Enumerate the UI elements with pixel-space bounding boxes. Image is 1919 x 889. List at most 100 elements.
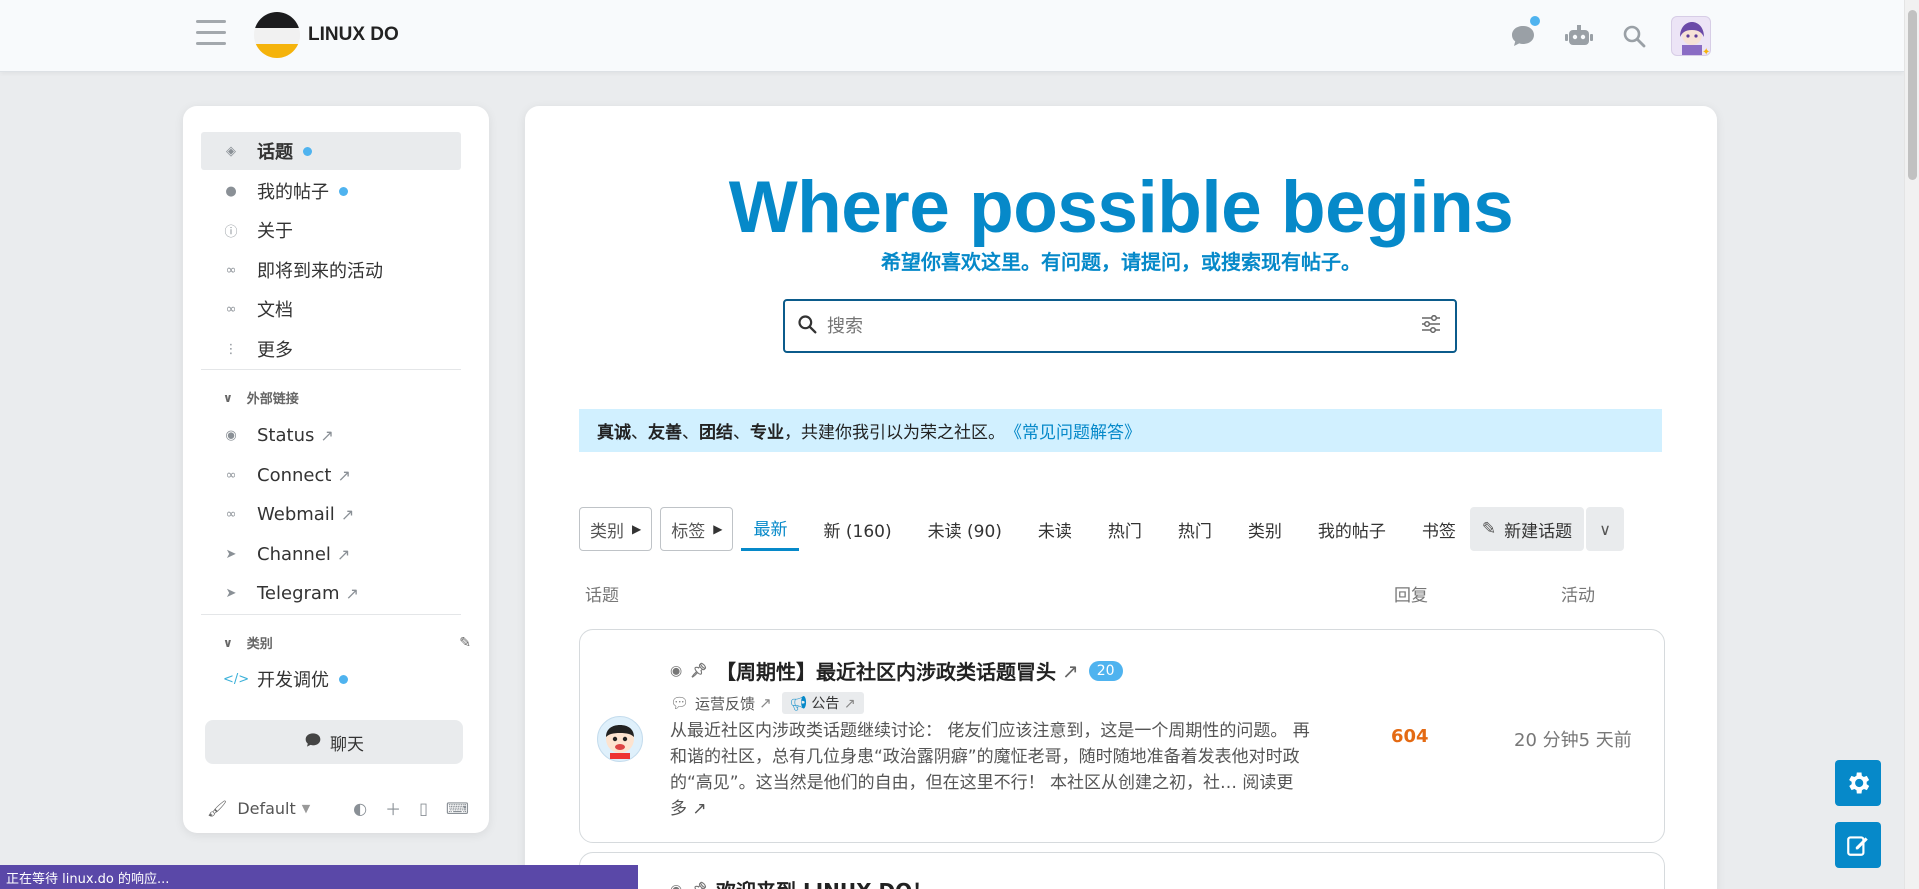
caret-right-icon: ▶ [632, 522, 642, 536]
link-icon: ∞ [225, 506, 237, 522]
sidebar-item-channel[interactable]: ➤ Channel ↗ [201, 535, 461, 573]
avatar[interactable] [597, 716, 643, 762]
banner-separator: 、 [631, 423, 648, 443]
column-header-activity[interactable]: 活动 [1561, 581, 1595, 606]
topic-title[interactable]: ◉ 📌︎ 【周期性】最近社区内涉政类话题冒头 ↗ 20 [670, 656, 1123, 685]
tab-top[interactable]: 热门 [1096, 507, 1154, 551]
tab-bookmarks[interactable]: 书签 [1410, 507, 1468, 551]
tab-new[interactable]: 新 (160) [811, 507, 903, 551]
filter-sliders-icon[interactable] [1421, 314, 1441, 337]
sidebar-item-topics[interactable]: ◈ 话题 [201, 132, 461, 170]
tab-my-posts[interactable]: 我的帖子 [1306, 507, 1398, 551]
topic-replies[interactable]: 604 [1391, 726, 1429, 747]
banner-keyword: 专业 [750, 423, 784, 443]
comments-icon: 💬︎ [670, 694, 690, 712]
unread-dot [303, 146, 312, 156]
pin-icon: 📌︎ [690, 882, 708, 889]
section-header-categories[interactable]: ∨ 类别 ✎ [223, 633, 471, 653]
sidebar-item-category-dev[interactable]: </> 开发调优 [201, 660, 461, 698]
topic-meta: 💬︎ 运营反馈 ↗ 📢︎ 公告 ↗ [670, 692, 864, 714]
pencil-icon[interactable]: ✎ [459, 635, 471, 651]
search-icon[interactable] [1622, 24, 1646, 52]
gear-icon [1849, 772, 1870, 794]
topic-row[interactable]: ◉ 📌︎ 【周期性】最近社区内涉政类话题冒头 ↗ 20 💬︎ 运营反馈 ↗ 📢︎… [579, 629, 1665, 843]
sidebar-item-docs[interactable]: ∞ 文档 [201, 290, 461, 328]
sidebar-item-events[interactable]: ∞ 即将到来的活动 [201, 251, 461, 289]
tab-unread[interactable]: 未读 (90) [916, 507, 1014, 551]
megaphone-icon: 📢︎ [789, 696, 808, 712]
divider [201, 614, 461, 615]
menu-icon[interactable] [196, 20, 226, 48]
topic-title-text: 欢迎来到 LINUX DO！ [716, 875, 932, 889]
column-header-topic[interactable]: 话题 [585, 581, 619, 606]
topic-row[interactable]: ◉ 📌︎ 欢迎来到 LINUX DO！ [579, 852, 1665, 889]
tab-categories[interactable]: 类别 [1236, 507, 1294, 551]
tag-badge[interactable]: 📢︎ 公告 ↗ [781, 692, 864, 714]
tab-hot[interactable]: 热门 [1166, 507, 1224, 551]
sidebar-item-label: 关于 [257, 221, 293, 242]
tag-label: 公告 [811, 696, 840, 712]
svg-text:✦: ✦ [1702, 47, 1710, 56]
unread-dot [339, 674, 348, 684]
sidebar-item-webmail[interactable]: ∞ Webmail ↗ [201, 495, 461, 533]
banner-keyword: 真诚 [597, 423, 631, 443]
category-filter-dropdown[interactable]: 类别 ▶ [579, 507, 653, 551]
chevron-down-icon: ∨ [1599, 519, 1612, 539]
info-icon: ⓘ [224, 224, 238, 240]
chat-icon[interactable] [1510, 24, 1536, 52]
sidebar-item-telegram[interactable]: ➤ Telegram ↗ [201, 574, 461, 612]
unread-dot [339, 186, 348, 196]
compose-button[interactable] [1835, 822, 1881, 868]
sidebar-item-status[interactable]: ◉ Status ↗ [201, 416, 461, 454]
sidebar-item-label: 我的帖子 [257, 182, 329, 203]
layers-icon: ◈ [226, 143, 236, 159]
column-header-replies[interactable]: 回复 [1394, 581, 1428, 606]
dropdown-label: 标签 [671, 521, 706, 542]
dropdown-label: 类别 [590, 521, 624, 542]
new-topic-label: 新建话题 [1504, 521, 1573, 542]
eye-icon: ◉ [225, 427, 237, 443]
chevron-down-icon[interactable]: ▼ [302, 802, 310, 815]
site-title[interactable]: LINUX DO [308, 24, 399, 46]
new-topic-button[interactable]: ✎ 新建话题 [1469, 507, 1585, 551]
sidebar: ◈ 话题 ● 我的帖子 ⓘ 关于 ∞ 即将到来的活动 ∞ 文档 ⋮ 更多 ∨ 外… [183, 106, 489, 833]
topic-title[interactable]: ◉ 📌︎ 欢迎来到 LINUX DO！ [670, 875, 932, 889]
pin-icon: 📌︎ [690, 662, 708, 679]
page-scrollbar[interactable] [1904, 0, 1919, 889]
theme-selector[interactable]: Default [237, 799, 295, 818]
user-avatar[interactable]: ✦ [1671, 16, 1711, 56]
sidebar-item-more[interactable]: ⋮ 更多 [201, 330, 461, 368]
more-options-button[interactable]: ∨ [1586, 507, 1625, 551]
chat-button[interactable]: 聊天 [205, 720, 463, 764]
tag-filter-dropdown[interactable]: 标签 ▶ [660, 507, 734, 551]
category-link[interactable]: 运营反馈 [695, 693, 755, 714]
topic-activity[interactable]: 20 分钟5 天前 [1514, 726, 1632, 752]
search-box[interactable] [783, 299, 1457, 353]
sidebar-item-label: 更多 [257, 340, 293, 361]
section-header-external-links[interactable]: ∨ 外部链接 [223, 388, 299, 408]
section-header-label: 外部链接 [246, 392, 299, 407]
faq-link[interactable]: 《常见问题解答》 [1005, 418, 1141, 443]
plus-icon[interactable]: ＋ [385, 796, 401, 820]
ellipsis-vertical-icon: ⋮ [224, 341, 238, 357]
sidebar-item-label: 即将到来的活动 [257, 261, 383, 282]
user-icon: ● [225, 183, 237, 199]
external-link-icon: ↗ [340, 504, 355, 524]
tab-unseen[interactable]: 未读 [1026, 507, 1084, 551]
dark-mode-icon[interactable]: ◐ [353, 799, 367, 818]
sidebar-item-connect[interactable]: ∞ Connect ↗ [201, 456, 461, 494]
sidebar-item-about[interactable]: ⓘ 关于 [201, 211, 461, 249]
banner-separator: 、 [733, 423, 750, 443]
tab-latest[interactable]: 最新 [741, 507, 800, 551]
search-input[interactable] [827, 315, 1387, 337]
topic-excerpt[interactable]: 从最近社区内涉政类话题继续讨论： 佬友们应该注意到，这是一个周期性的问题。 再和… [670, 718, 1310, 822]
mobile-icon[interactable]: ▯ [419, 799, 428, 818]
site-logo[interactable] [254, 12, 300, 58]
topic-nav: 类别 ▶ 标签 ▶ 最新 新 (160) 未读 (90) 未读 热门 热门 类别 我… [579, 506, 1669, 552]
robot-icon[interactable] [1565, 24, 1593, 52]
keyboard-icon[interactable]: ⌨ [446, 799, 469, 818]
scrollbar-thumb[interactable] [1908, 10, 1917, 180]
topic-title-text: 【周期性】最近社区内涉政类话题冒头 [716, 660, 1056, 684]
sidebar-item-my-posts[interactable]: ● 我的帖子 [201, 172, 461, 210]
settings-button[interactable] [1835, 760, 1881, 806]
